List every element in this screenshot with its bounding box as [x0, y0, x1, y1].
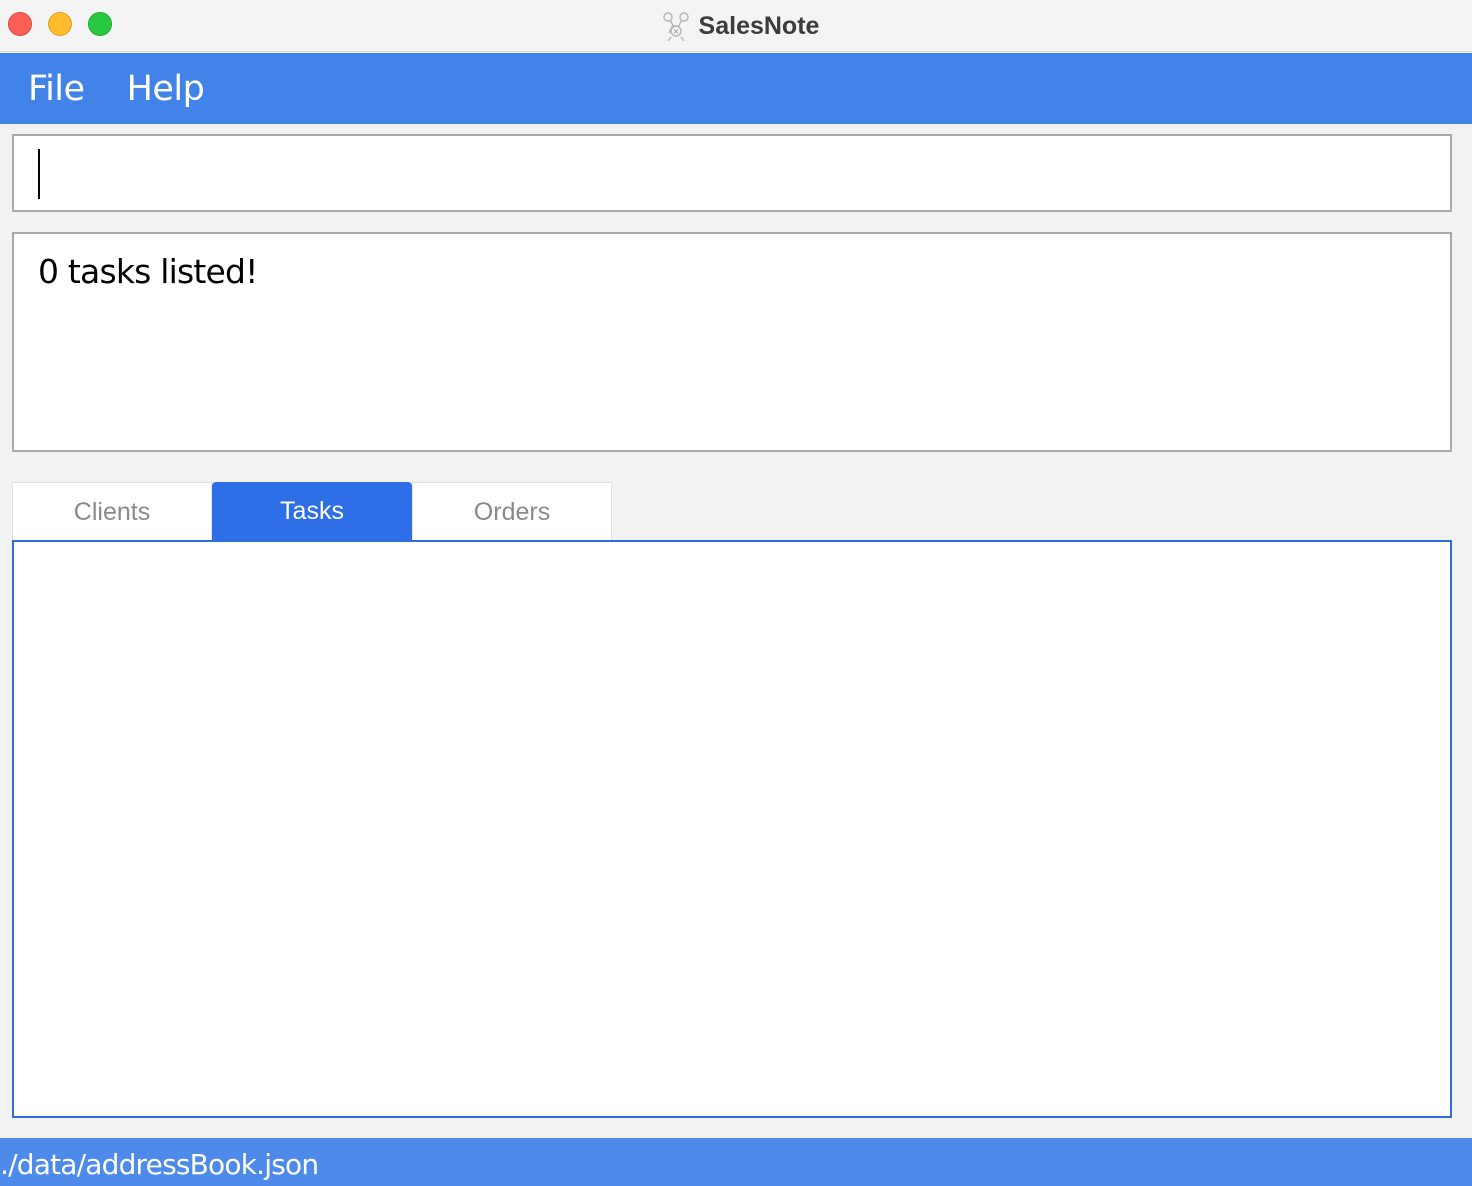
result-display: 0 tasks listed! [12, 232, 1452, 452]
app-window: × SalesNote File Help 0 tasks listed! Cl… [0, 0, 1472, 1186]
tab-bar: Clients Tasks Orders [12, 482, 612, 541]
tab-tasks[interactable]: Tasks [212, 482, 412, 541]
title-group: × SalesNote [0, 0, 1472, 52]
task-list-panel[interactable] [12, 540, 1452, 1118]
command-input[interactable] [12, 134, 1452, 212]
tab-clients[interactable]: Clients [12, 482, 212, 541]
menu-bar: File Help [0, 53, 1472, 124]
save-file-path: ./data/addressBook.json [0, 1148, 319, 1181]
window-title: SalesNote [698, 11, 820, 40]
tab-orders[interactable]: Orders [412, 482, 612, 541]
app-icon: × [662, 12, 689, 42]
text-cursor [38, 149, 40, 199]
menu-file[interactable]: File [28, 69, 85, 109]
svg-text:×: × [672, 27, 679, 36]
title-bar[interactable]: × SalesNote [0, 0, 1472, 52]
menu-help[interactable]: Help [127, 69, 205, 109]
result-message: 0 tasks listed! [38, 252, 258, 291]
status-bar: ./data/addressBook.json [0, 1138, 1472, 1186]
